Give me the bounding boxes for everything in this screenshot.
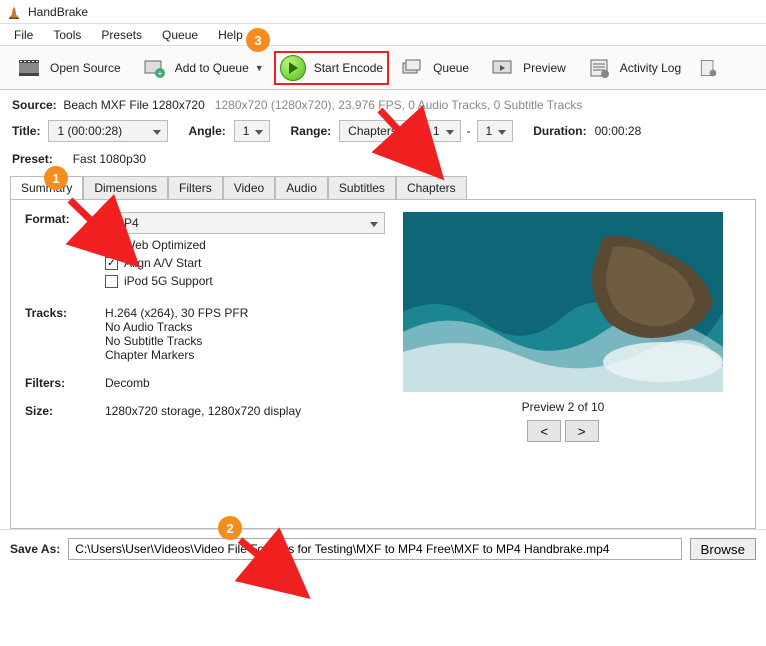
preview-next-button[interactable]: > <box>565 420 599 442</box>
title-label: Title: <box>12 124 40 138</box>
track-line-2: No Subtitle Tracks <box>105 334 385 348</box>
tracks-label: Tracks: <box>25 306 105 362</box>
size-value: 1280x720 storage, 1280x720 display <box>105 404 385 418</box>
menu-queue[interactable]: Queue <box>152 26 208 44</box>
range-label: Range: <box>290 124 331 138</box>
menu-presets[interactable]: Presets <box>91 26 152 44</box>
tab-video[interactable]: Video <box>223 176 275 199</box>
preview-caption: Preview 2 of 10 <box>385 400 741 414</box>
preview-icon <box>489 55 515 81</box>
preset-row: Preset: Fast 1080p30 <box>0 152 766 176</box>
source-details: 1280x720 (1280x720), 23.976 FPS, 0 Audio… <box>215 98 583 112</box>
add-to-queue-button[interactable]: + Add to Queue ▼ <box>131 51 274 85</box>
start-encode-button[interactable]: Start Encode <box>274 51 389 85</box>
angle-label: Angle: <box>188 124 225 138</box>
preview-image <box>403 212 723 392</box>
source-row: Source: Beach MXF File 1280x720 1280x720… <box>0 90 766 118</box>
film-icon <box>16 55 42 81</box>
chevron-down-icon: ▼ <box>255 63 264 73</box>
menubar: File Tools Presets Queue Help <box>0 24 766 46</box>
menu-file[interactable]: File <box>4 26 43 44</box>
preview-label: Preview <box>523 61 566 75</box>
tab-body: Format: MP4 Web Optimized ✓Align A/V Sta… <box>10 199 756 529</box>
track-line-3: Chapter Markers <box>105 348 385 362</box>
tabs: Summary Dimensions Filters Video Audio S… <box>10 176 756 199</box>
title-select[interactable]: 1 (00:00:28) <box>48 120 168 142</box>
tab-subtitles[interactable]: Subtitles <box>328 176 396 199</box>
filters-label: Filters: <box>25 376 105 390</box>
range-type-select[interactable]: Chapters <box>339 120 418 142</box>
filters-value: Decomb <box>105 376 385 390</box>
toolbar: Open Source + Add to Queue ▼ Start Encod… <box>0 46 766 90</box>
activity-log-label: Activity Log <box>620 61 681 75</box>
duration-label: Duration: <box>533 124 586 138</box>
save-path-input[interactable] <box>68 538 681 560</box>
range-from-select[interactable]: 1 <box>424 120 461 142</box>
track-line-1: No Audio Tracks <box>105 320 385 334</box>
angle-select[interactable]: 1 <box>234 120 271 142</box>
add-to-queue-label: Add to Queue <box>175 61 249 75</box>
range-dash: - <box>467 124 471 138</box>
tab-filters[interactable]: Filters <box>168 176 223 199</box>
range-to-select[interactable]: 1 <box>477 120 514 142</box>
activity-log-button[interactable]: Activity Log <box>576 51 691 85</box>
format-select[interactable]: MP4 <box>105 212 385 234</box>
duration-value: 00:00:28 <box>595 124 642 138</box>
source-name: Beach MXF File 1280x720 <box>63 98 204 112</box>
log-icon <box>586 55 612 81</box>
web-optimized-checkbox[interactable]: Web Optimized <box>105 238 385 252</box>
source-label: Source: <box>12 98 57 112</box>
save-label: Save As: <box>10 542 60 556</box>
track-line-0: H.264 (x264), 30 FPS PFR <box>105 306 385 320</box>
app-title: HandBrake <box>28 5 88 19</box>
preview-button[interactable]: Preview <box>479 51 576 85</box>
ipod-checkbox[interactable]: iPod 5G Support <box>105 274 385 288</box>
preset-label: Preset: <box>12 152 53 166</box>
handbrake-icon <box>6 4 22 20</box>
titlebar: HandBrake <box>0 0 766 24</box>
open-source-label: Open Source <box>50 61 121 75</box>
save-row: Save As: Browse <box>0 529 766 568</box>
browse-button[interactable]: Browse <box>690 538 756 560</box>
preview-prev-button[interactable]: < <box>527 420 561 442</box>
preset-value: Fast 1080p30 <box>73 152 146 166</box>
settings-button[interactable] <box>691 51 725 85</box>
annotation-number-1: 1 <box>44 166 68 190</box>
align-av-checkbox[interactable]: ✓Align A/V Start <box>105 256 385 270</box>
add-queue-icon: + <box>141 55 167 81</box>
tab-chapters[interactable]: Chapters <box>396 176 467 199</box>
format-label: Format: <box>25 212 105 292</box>
gear-icon <box>695 55 721 81</box>
play-icon <box>280 55 306 81</box>
params-row: Title: 1 (00:00:28) Angle: 1 Range: Chap… <box>0 118 766 152</box>
start-encode-label: Start Encode <box>314 61 383 75</box>
svg-text:+: + <box>157 69 162 78</box>
menu-tools[interactable]: Tools <box>43 26 91 44</box>
queue-label: Queue <box>433 61 469 75</box>
tab-dimensions[interactable]: Dimensions <box>83 176 168 199</box>
size-label: Size: <box>25 404 105 418</box>
annotation-number-2: 2 <box>218 516 242 540</box>
open-source-button[interactable]: Open Source <box>6 51 131 85</box>
annotation-number-3: 3 <box>246 28 270 52</box>
queue-icon <box>399 55 425 81</box>
tab-audio[interactable]: Audio <box>275 176 328 199</box>
queue-button[interactable]: Queue <box>389 51 479 85</box>
